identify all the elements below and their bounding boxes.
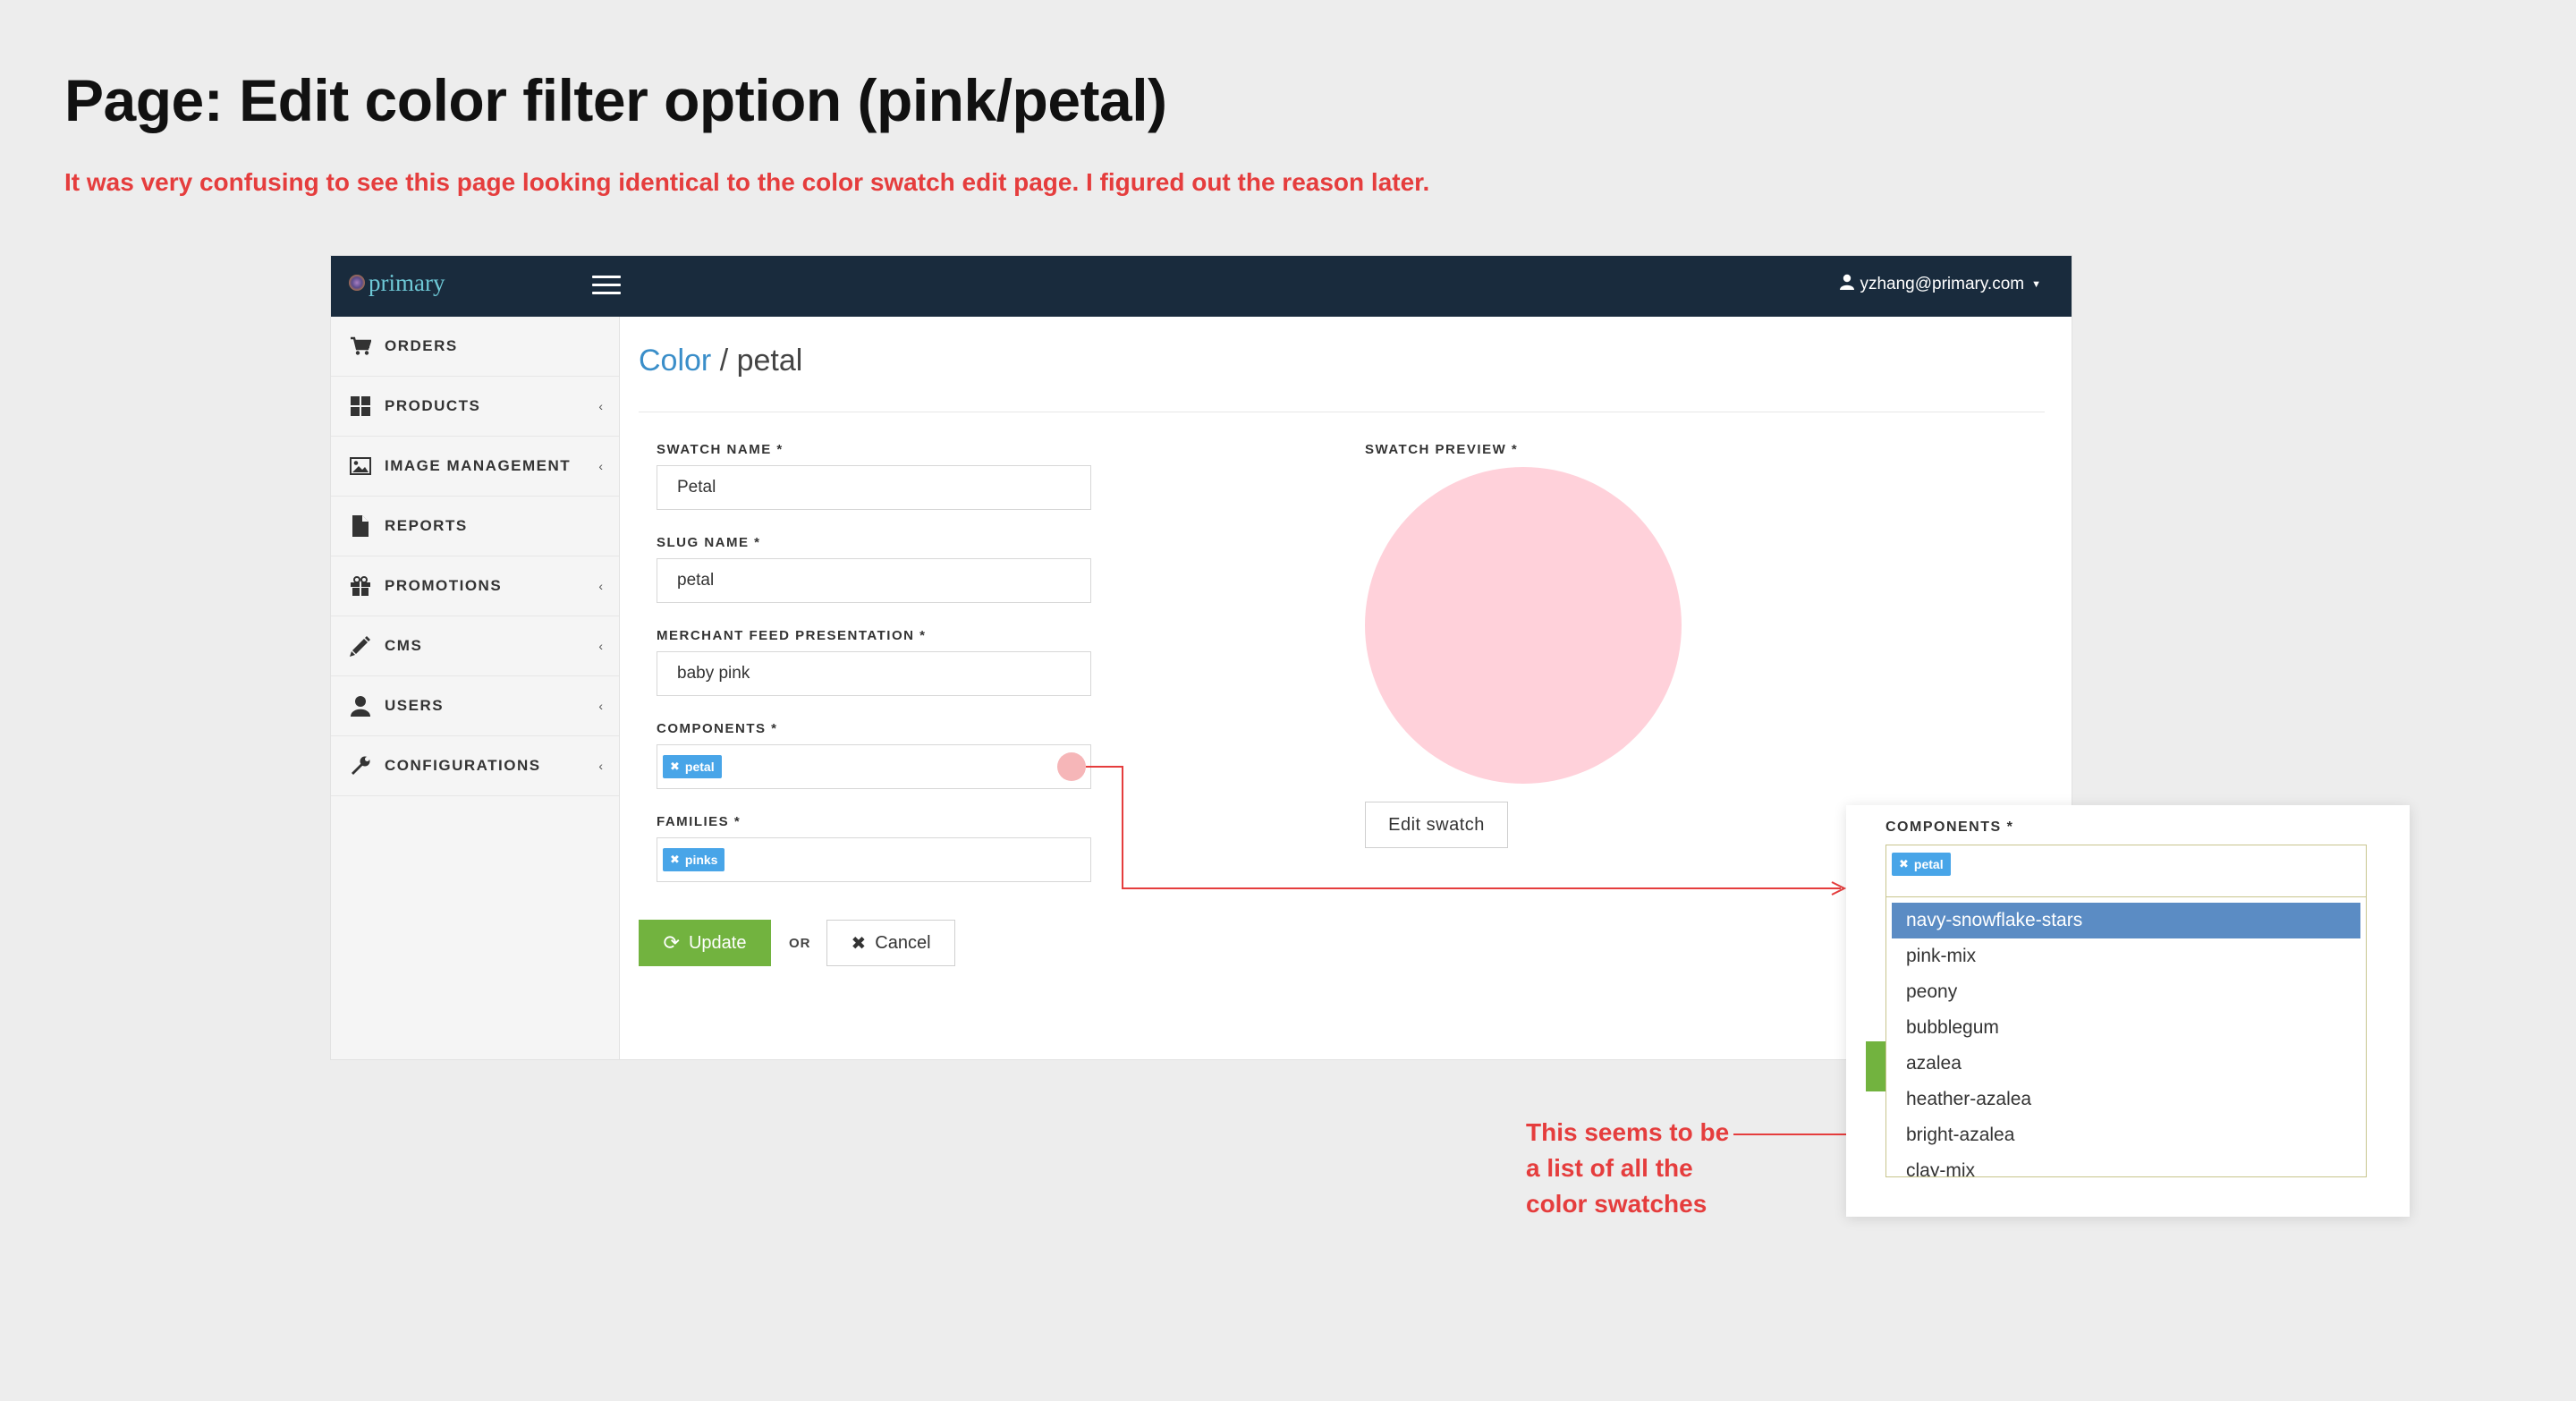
logo-mark-icon [349, 275, 365, 291]
hamburger-menu-icon[interactable] [592, 276, 621, 297]
dropdown-option[interactable]: pink-mix [1892, 938, 2360, 974]
annotation-marker-dot [1057, 752, 1086, 781]
families-tags-input[interactable]: ✖ pinks [657, 837, 1091, 882]
page-title: Page: Edit color filter option (pink/pet… [64, 67, 1167, 133]
dropdown-option[interactable]: peony [1892, 974, 2360, 1010]
merchant-feed-label: MERCHANT FEED PRESENTATION * [657, 628, 927, 643]
dropdown-option[interactable]: navy-snowflake-stars [1892, 903, 2360, 938]
components-dropdown-list[interactable]: navy-snowflake-stars pink-mix peony bubb… [1885, 896, 2367, 1177]
close-icon[interactable]: ✖ [670, 760, 680, 774]
dropdown-option[interactable]: clay-mix [1892, 1153, 2360, 1176]
breadcrumb: Color / petal [639, 344, 802, 378]
logo[interactable]: primary [349, 269, 445, 296]
cancel-button[interactable]: ✖ Cancel [826, 920, 955, 966]
user-menu[interactable]: yzhang@primary.com ▼ [1840, 274, 2041, 295]
sidebar-item-products[interactable]: PRODUCTS ‹ [331, 377, 619, 437]
dropdown-option[interactable]: bubblegum [1892, 1010, 2360, 1046]
chevron-left-icon: ‹ [598, 639, 603, 653]
sidebar-item-reports[interactable]: REPORTS [331, 497, 619, 556]
close-icon[interactable]: ✖ [1899, 857, 1909, 871]
cart-icon [349, 335, 372, 358]
slug-name-label: SLUG NAME * [657, 535, 761, 550]
chevron-down-icon: ▼ [2031, 279, 2041, 290]
file-icon [349, 514, 372, 538]
popup-components-input[interactable]: ✖ petal [1885, 845, 2367, 896]
merchant-feed-input[interactable]: baby pink [657, 651, 1091, 696]
chevron-left-icon: ‹ [598, 579, 603, 593]
families-label: FAMILIES * [657, 814, 741, 829]
swatch-name-input[interactable]: Petal [657, 465, 1091, 510]
dropdown-option[interactable]: heather-azalea [1892, 1082, 2360, 1117]
slug-name-input[interactable]: petal [657, 558, 1091, 603]
or-separator: OR [789, 936, 811, 951]
breadcrumb-current: petal [736, 344, 803, 378]
grid-icon [349, 395, 372, 418]
app-window: primary yzhang@primary.com ▼ ORDERS PROD… [331, 256, 2072, 1059]
sidebar-item-cms[interactable]: CMS ‹ [331, 616, 619, 676]
sidebar-item-configurations[interactable]: CONFIGURATIONS ‹ [331, 736, 619, 796]
annotation-note-bottom: This seems to be a list of all the color… [1526, 1118, 1730, 1218]
swatch-preview-label: SWATCH PREVIEW * [1365, 442, 1519, 457]
top-navbar: primary yzhang@primary.com ▼ [331, 256, 2072, 317]
popup-components-label: COMPONENTS * [1885, 819, 2014, 835]
sidebar-item-image-management[interactable]: IMAGE MANAGEMENT ‹ [331, 437, 619, 497]
breadcrumb-color-link[interactable]: Color [639, 344, 711, 378]
chevron-left-icon: ‹ [598, 459, 603, 473]
swatch-name-label: SWATCH NAME * [657, 442, 784, 457]
breadcrumb-separator: / [719, 344, 729, 378]
gift-icon [349, 574, 372, 598]
popup-update-button-edge [1866, 1041, 1885, 1091]
edit-swatch-button[interactable]: Edit swatch [1365, 802, 1508, 848]
dropdown-option[interactable]: azalea [1892, 1046, 2360, 1082]
wrench-icon [349, 754, 372, 777]
components-dropdown-callout: COMPONENTS * ✖ petal navy-snowflake-star… [1846, 805, 2410, 1217]
annotation-note-top: It was very confusing to see this page l… [64, 168, 1430, 196]
components-tags-input[interactable]: ✖ petal [657, 744, 1091, 789]
user-icon [349, 694, 372, 717]
chevron-left-icon: ‹ [598, 399, 603, 413]
close-icon[interactable]: ✖ [670, 853, 680, 867]
popup-tag-petal[interactable]: ✖ petal [1892, 853, 1951, 876]
family-tag-pinks[interactable]: ✖ pinks [663, 848, 725, 871]
sidebar-item-promotions[interactable]: PROMOTIONS ‹ [331, 556, 619, 616]
components-label: COMPONENTS * [657, 721, 778, 736]
pencil-icon [349, 634, 372, 658]
dropdown-option[interactable]: bright-azalea [1892, 1117, 2360, 1153]
update-button[interactable]: ⟳ Update [639, 920, 771, 966]
user-icon [1840, 274, 1855, 295]
sidebar-item-orders[interactable]: ORDERS [331, 317, 619, 377]
sidebar-item-users[interactable]: USERS ‹ [331, 676, 619, 736]
close-icon: ✖ [851, 933, 867, 954]
image-icon [349, 454, 372, 478]
logo-text: primary [369, 269, 445, 296]
chevron-left-icon: ‹ [598, 699, 603, 713]
sidebar: ORDERS PRODUCTS ‹ IMAGE MANAGEMENT ‹ REP… [331, 317, 620, 1059]
component-tag-petal[interactable]: ✖ petal [663, 755, 722, 778]
user-email: yzhang@primary.com [1860, 275, 2025, 293]
swatch-preview-circle [1365, 467, 1682, 784]
refresh-icon: ⟳ [663, 931, 680, 954]
chevron-left-icon: ‹ [598, 759, 603, 773]
